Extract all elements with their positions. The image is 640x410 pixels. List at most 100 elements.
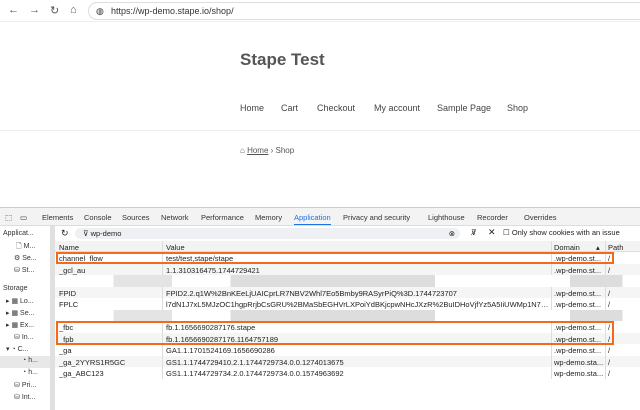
- blurred-cookie-row[interactable]: [55, 309, 640, 321]
- highlight-box-fb-cookies: [56, 321, 614, 345]
- cookie-name: FPID: [59, 288, 77, 298]
- sidebar-item-storage[interactable]: ⛁ St...: [14, 266, 34, 274]
- divider: [0, 130, 640, 131]
- cookie-row[interactable]: _ga_ABC123 GS1.1.1744729734.2.0.174472973…: [55, 367, 640, 379]
- cookie-row[interactable]: FPLC l7dN1J7xL5MJzOC1hgpRrjbCsGRU%2BMaSbE…: [55, 298, 640, 310]
- highlight-box-channel-flow: [56, 252, 614, 264]
- cookie-row[interactable]: _ga_2YYRS1R5GC GS1.1.1744729410.2.1.17447…: [55, 355, 640, 367]
- tab-recorder[interactable]: Recorder: [477, 213, 508, 222]
- breadcrumb-current: Shop: [275, 146, 295, 155]
- cookie-name: FPLC: [59, 300, 79, 309]
- blurred-cookie-row[interactable]: [55, 275, 640, 287]
- sidebar-item-cookie-origin-2[interactable]: ◔ h...: [22, 369, 38, 376]
- breadcrumb-separator: ›: [268, 146, 276, 155]
- tab-network[interactable]: Network: [161, 213, 189, 222]
- site-info-icon[interactable]: ◍: [96, 6, 104, 17]
- inspect-icon[interactable]: ⬚: [5, 213, 12, 222]
- cookie-path: /: [608, 357, 611, 367]
- cookie-domain: .wp-demo.st...: [554, 300, 602, 309]
- cookie-path: /: [608, 265, 611, 275]
- sort-ascending-icon: ▴: [596, 243, 600, 252]
- sidebar-item-local-storage[interactable]: ▸ ▦ Lo...: [6, 297, 34, 305]
- cookie-domain: wp-demo.sta...: [554, 369, 604, 378]
- sidebar-item-cookie-origin[interactable]: ◔ h...: [22, 357, 38, 364]
- cookie-value: 1.1.310316475.1744729421: [166, 265, 260, 275]
- sidebar-item-cookies[interactable]: ▾ ◔ C...: [6, 345, 29, 353]
- column-value[interactable]: Value: [166, 243, 551, 252]
- cookie-name: _ga_2YYRS1R5GC: [59, 357, 126, 367]
- home-icon: ⌂: [240, 146, 248, 155]
- devtools-panel: ⬚ ▭ Elements Console Sources Network Per…: [0, 207, 640, 410]
- cookie-path: /: [608, 369, 611, 378]
- column-name[interactable]: Name: [59, 243, 159, 252]
- nav-cart[interactable]: Cart: [281, 103, 298, 113]
- sidebar-item-service-workers[interactable]: ⚙ Se...: [14, 254, 37, 262]
- address-bar[interactable]: ◍ https://wp-demo.stape.io/shop/: [88, 2, 640, 20]
- cookie-value: l7dN1J7xL5MJzOC1hgpRrjbCsGRU%2BMaSbEGHVr…: [166, 300, 551, 309]
- tab-memory[interactable]: Memory: [255, 213, 282, 222]
- site-title[interactable]: Stape Test: [240, 50, 325, 70]
- forward-button[interactable]: →: [29, 4, 40, 16]
- tab-application[interactable]: Application: [294, 213, 331, 225]
- breadcrumb-home[interactable]: Home: [247, 146, 268, 155]
- document-icon: 🗋: [16, 243, 24, 250]
- cookie-name: _ga_ABC123: [59, 369, 104, 378]
- url-text: https://wp-demo.stape.io/shop/: [111, 6, 234, 16]
- cookie-domain: wp-demo.sta...: [554, 357, 604, 367]
- cookie-row[interactable]: _ga GA1.1.1701524169.1656690286 .wp-demo.s…: [55, 344, 640, 356]
- delete-selected-icon[interactable]: ✕: [488, 227, 496, 238]
- tab-lighthouse[interactable]: Lighthouse: [428, 213, 465, 222]
- reload-button[interactable]: ↻: [50, 4, 59, 17]
- filter-icon: ⊽: [83, 229, 91, 238]
- sidebar-item-manifest[interactable]: 🗋 M...: [16, 242, 35, 253]
- cookie-table-header: Name Value Domain ▴ Path: [55, 241, 640, 252]
- cookie-value: FPID2.2.q1W%2BnKEeLjUAICprLR7NBV2Whl7Eo5…: [166, 288, 457, 298]
- cookie-value: GA1.1.1701524169.1656690286: [166, 346, 275, 355]
- cookie-row[interactable]: _gcl_au 1.1.310316475.1744729421 .wp-demo.…: [55, 263, 640, 275]
- cookie-row[interactable]: FPID FPID2.2.q1W%2BnKEeLjUAICprLR7NBV2Whl…: [55, 286, 640, 298]
- back-button[interactable]: ←: [8, 4, 19, 16]
- filter-input[interactable]: ⊽ wp-demo ⊗: [75, 228, 460, 239]
- cookie-value: GS1.1.1744729734.2.0.1744729734.0.0.1574…: [166, 369, 344, 378]
- nav-checkout[interactable]: Checkout: [317, 103, 355, 113]
- tab-performance[interactable]: Performance: [201, 213, 244, 222]
- cookie-name: _ga: [59, 346, 72, 355]
- sidebar-storage-heading: Storage: [3, 285, 28, 292]
- cookie-path: /: [608, 300, 611, 309]
- browser-toolbar: ← → ↻ ⌂ ◍ https://wp-demo.stape.io/shop/: [0, 0, 640, 22]
- gear-icon: ⚙: [14, 255, 23, 262]
- nav-my-account[interactable]: My account: [374, 103, 420, 113]
- cookie-path: /: [608, 288, 611, 298]
- database-icon: ⛁: [14, 267, 22, 274]
- sidebar-item-extension-storage[interactable]: ▸ ▦ Ex...: [6, 321, 34, 329]
- refresh-icon[interactable]: ↻: [61, 228, 69, 239]
- nav-home[interactable]: Home: [240, 103, 264, 113]
- breadcrumb: ⌂ Home › Shop: [240, 146, 294, 155]
- tab-sources[interactable]: Sources: [122, 213, 150, 222]
- devtools-tabs: ⬚ ▭ Elements Console Sources Network Per…: [0, 208, 640, 226]
- cookie-path: /: [608, 346, 611, 355]
- cookie-value: GS1.1.1744729410.2.1.1744729734.0.0.1274…: [166, 357, 344, 367]
- sidebar-item-private-state[interactable]: ⛁ Pri...: [14, 381, 36, 389]
- cookie-domain: .wp-demo.st...: [554, 265, 602, 275]
- sidebar-application-heading: Applicat...: [3, 230, 34, 237]
- device-toggle-icon[interactable]: ▭: [20, 213, 27, 222]
- cookie-name: _gcl_au: [59, 265, 86, 275]
- sidebar-item-interest-groups[interactable]: ⛁ Int...: [14, 393, 35, 401]
- application-sidebar: Applicat... 🗋 M... ⚙ Se... ⛁ St... Stora…: [0, 226, 50, 410]
- tab-overrides[interactable]: Overrides: [524, 213, 557, 222]
- tab-privacy-security[interactable]: Privacy and security: [343, 213, 410, 222]
- cookie-domain: .wp-demo.st...: [554, 346, 602, 355]
- tab-elements[interactable]: Elements: [42, 213, 73, 222]
- tab-console[interactable]: Console: [84, 213, 112, 222]
- home-button[interactable]: ⌂: [70, 4, 77, 16]
- clear-filter-icon[interactable]: ⊗: [449, 229, 455, 238]
- sidebar-item-session-storage[interactable]: ▸ ▦ Se...: [6, 309, 34, 317]
- sidebar-item-indexeddb[interactable]: ⛁ In...: [14, 333, 34, 341]
- issue-checkbox-label: Only show cookies with an issue: [511, 228, 620, 237]
- issue-checkbox[interactable]: ☐ Only show cookies with an issue: [503, 228, 620, 237]
- clear-filtered-cookies-icon[interactable]: ⊽̸: [471, 228, 477, 237]
- column-path[interactable]: Path: [608, 243, 623, 252]
- nav-shop[interactable]: Shop: [507, 103, 528, 113]
- nav-sample-page[interactable]: Sample Page: [437, 103, 491, 113]
